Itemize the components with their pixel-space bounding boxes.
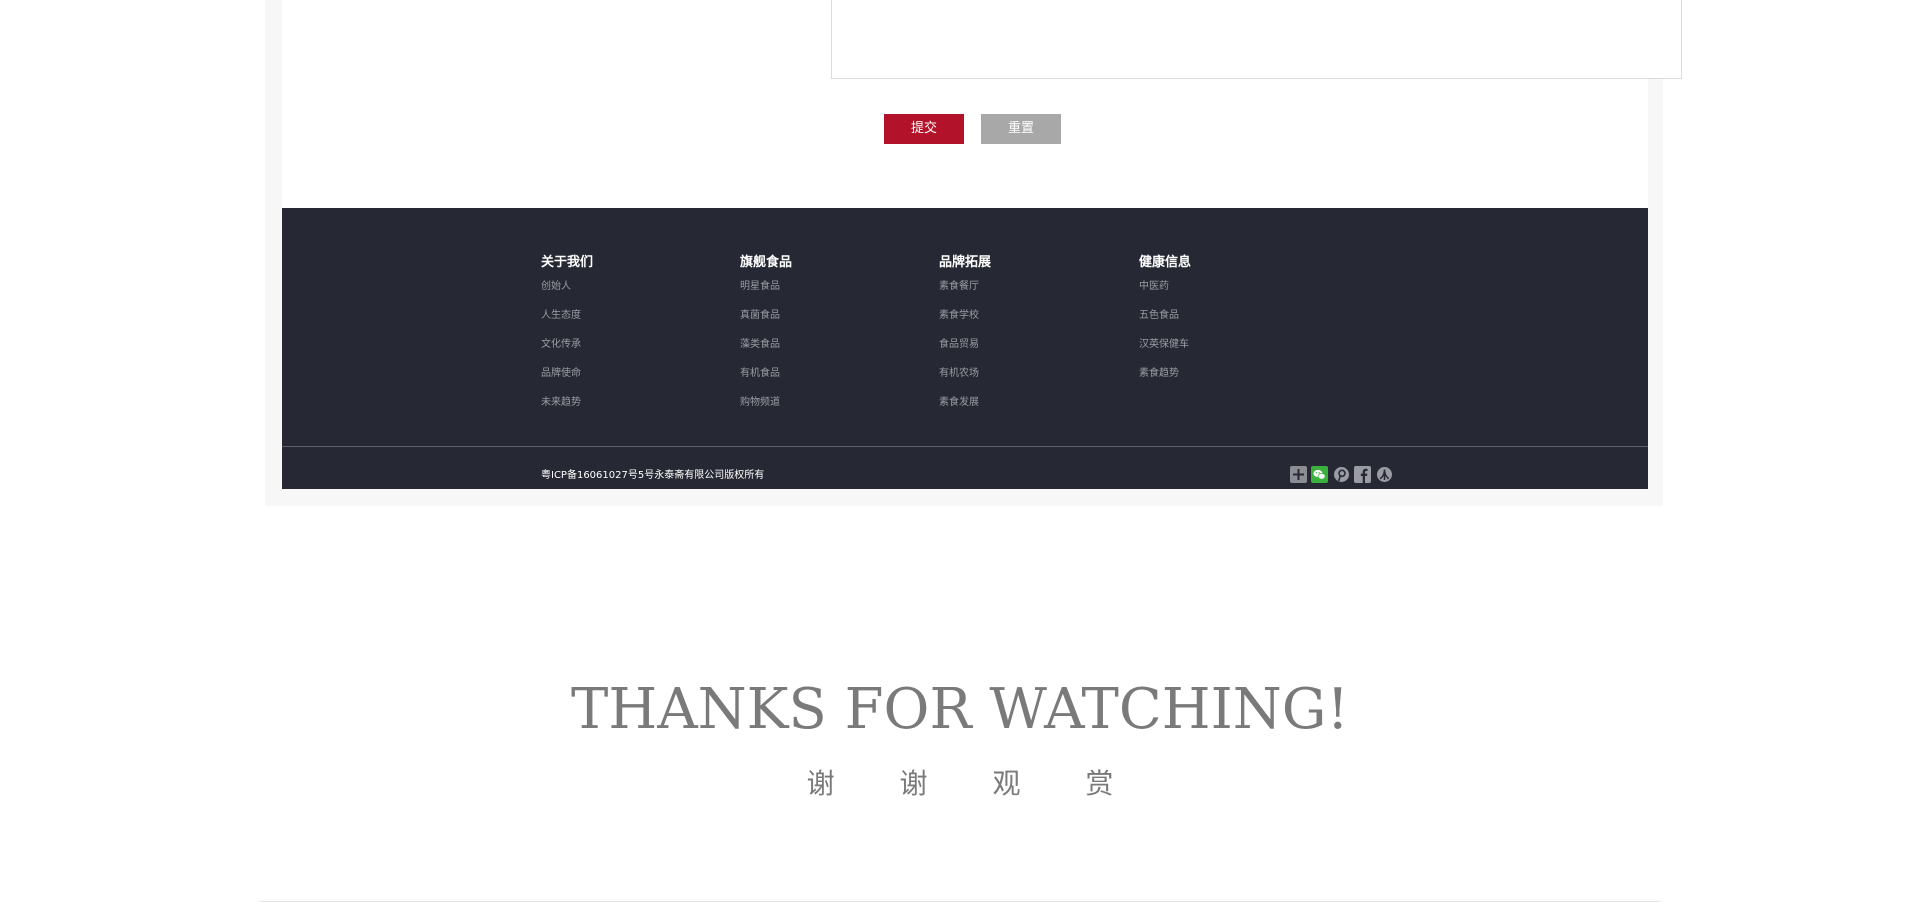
- footer-link[interactable]: 创始人: [541, 280, 593, 309]
- footer-column-brand: 品牌拓展 素食餐厅 素食学校 食品贸易 有机农场 素食发展: [939, 254, 991, 425]
- submit-button[interactable]: 提交: [884, 114, 964, 144]
- footer-link[interactable]: 素食餐厅: [939, 280, 991, 309]
- thanks-char: 赏: [1085, 767, 1114, 800]
- thanks-char: 谢: [899, 767, 928, 800]
- footer-link[interactable]: 有机食品: [740, 367, 792, 396]
- reset-button[interactable]: 重置: [981, 114, 1061, 144]
- footer-column-flagship: 旗舰食品 明星食品 真菌食品 藻类食品 有机食品 购物频道: [740, 254, 792, 425]
- footer-link[interactable]: 素食学校: [939, 309, 991, 338]
- facebook-icon[interactable]: [1354, 466, 1371, 483]
- footer-link[interactable]: 有机农场: [939, 367, 991, 396]
- footer-link[interactable]: 购物频道: [740, 396, 792, 425]
- footer-link[interactable]: 明星食品: [740, 280, 792, 309]
- footer-column-title[interactable]: 健康信息: [1139, 254, 1191, 272]
- pinterest-icon[interactable]: [1333, 466, 1350, 483]
- footer-link[interactable]: 汉英保健车: [1139, 338, 1191, 367]
- footer-divider: [282, 446, 1648, 447]
- message-textarea[interactable]: [831, 0, 1682, 79]
- thanks-subtitle: 谢 谢 观 赏: [0, 763, 1920, 805]
- thanks-char: 观: [992, 767, 1021, 800]
- footer-column-about: 关于我们 创始人 人生态度 文化传承 品牌使命 未来趋势: [541, 254, 593, 425]
- social-links: [1290, 466, 1400, 484]
- share-plus-icon[interactable]: [1290, 466, 1307, 483]
- footer-link[interactable]: 中医药: [1139, 280, 1191, 309]
- footer-link[interactable]: 人生态度: [541, 309, 593, 338]
- thanks-title: THANKS FOR WATCHING!: [571, 677, 1349, 742]
- footer-link[interactable]: 品牌使命: [541, 367, 593, 396]
- footer-link[interactable]: 食品贸易: [939, 338, 991, 367]
- copyright-text: 粤ICP备16061027号5号永泰斋有限公司版权所有: [541, 470, 765, 481]
- footer-link[interactable]: 素食发展: [939, 396, 991, 425]
- footer-link[interactable]: 未来趋势: [541, 396, 593, 425]
- footer-link[interactable]: 五色食品: [1139, 309, 1191, 338]
- footer-column-title[interactable]: 旗舰食品: [740, 254, 792, 272]
- footer-column-title[interactable]: 关于我们: [541, 254, 593, 272]
- footer-column-health: 健康信息 中医药 五色食品 汉英保健车 素食趋势: [1139, 254, 1191, 396]
- thanks-char: 谢: [806, 767, 835, 800]
- footer-link[interactable]: 素食趋势: [1139, 367, 1191, 396]
- renren-icon[interactable]: [1376, 466, 1393, 483]
- footer-link[interactable]: 文化传承: [541, 338, 593, 367]
- footer-link[interactable]: 藻类食品: [740, 338, 792, 367]
- footer-link[interactable]: 真菌食品: [740, 309, 792, 338]
- site-footer: 关于我们 创始人 人生态度 文化传承 品牌使命 未来趋势 旗舰食品 明星食品 真…: [282, 208, 1648, 489]
- footer-column-title[interactable]: 品牌拓展: [939, 254, 991, 272]
- wechat-icon[interactable]: [1311, 466, 1328, 483]
